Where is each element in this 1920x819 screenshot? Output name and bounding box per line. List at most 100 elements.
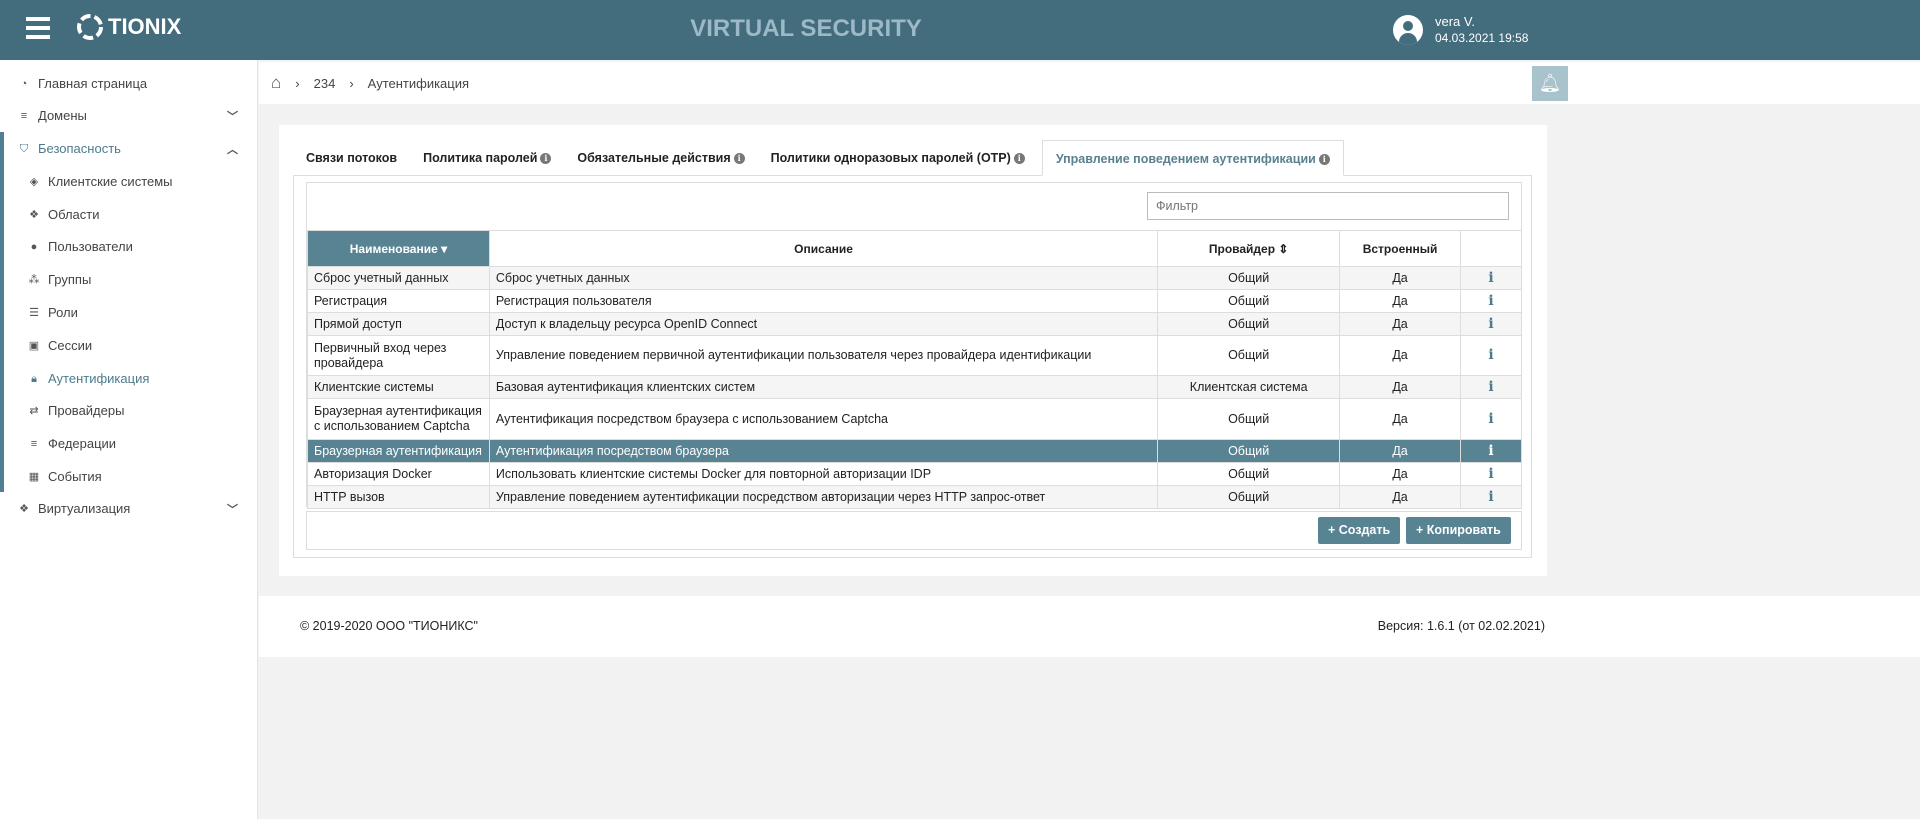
row-description: Аутентификация посредством браузера с ис…	[488, 398, 1159, 440]
sidebar-item-label: Безопасность	[38, 141, 121, 156]
notifications-bell-icon[interactable]: 🔔︎	[1532, 66, 1568, 101]
row-builtin: Да	[1339, 439, 1462, 463]
sidebar-item-roles[interactable]: ☰ Роли	[28, 305, 258, 320]
home-icon[interactable]: ⌂	[271, 73, 281, 93]
row-name: HTTP вызов	[307, 485, 490, 509]
sort-desc-icon: ▾	[441, 241, 448, 256]
info-icon[interactable]: i	[1460, 289, 1522, 313]
sidebar: ◔ Главная страница ≡ Домены ﹀ ⛉ Безопасность…	[0, 60, 258, 819]
row-description: Сброс учетных данных	[488, 266, 1159, 290]
tab-required-actions[interactable]: Обязательные действия i	[564, 140, 757, 176]
row-provider: Общий	[1157, 266, 1341, 290]
info-icon[interactable]: i	[1460, 439, 1522, 463]
copy-button[interactable]: + Копировать	[1406, 517, 1511, 544]
table-row[interactable]: Браузерная аутентификация Аутентификация …	[307, 439, 1522, 463]
sidebar-item-label: Аутентификация	[48, 371, 150, 386]
exchange-icon: ⇄	[29, 404, 39, 417]
info-icon[interactable]: i	[1460, 398, 1522, 440]
tab-flow-bindings[interactable]: Связи потоков	[293, 140, 410, 176]
sidebar-item-security[interactable]: ⛉ Безопасность ︿	[18, 141, 248, 156]
sidebar-item-realms[interactable]: ❖ Области	[28, 207, 258, 222]
column-header-name[interactable]: Наименование ▾	[307, 230, 490, 267]
column-header-provider[interactable]: Провайдер ⇕	[1157, 230, 1341, 267]
row-builtin: Да	[1339, 312, 1462, 336]
table-row[interactable]: Сброс учетный данных Сброс учетных данных…	[307, 266, 1522, 290]
row-name: Браузерная аутентификация с использовани…	[307, 398, 490, 440]
table-row[interactable]: Регистрация Регистрация пользователя Общий…	[307, 289, 1522, 313]
database-icon: ≡	[20, 109, 28, 122]
row-builtin: Да	[1339, 335, 1462, 376]
sidebar-item-label: Виртуализация	[38, 501, 131, 516]
sidebar-item-federations[interactable]: ≡ Федерации	[28, 436, 258, 451]
create-button[interactable]: + Создать	[1318, 517, 1401, 544]
info-icon[interactable]: i	[1460, 266, 1522, 290]
sidebar-item-label: Главная страница	[38, 76, 148, 91]
sidebar-item-home[interactable]: ◔ Главная страница	[18, 76, 248, 91]
tab-authentication-flows[interactable]: Управление поведением аутентификации i	[1041, 140, 1344, 176]
chevron-right-icon: ›	[349, 75, 354, 91]
row-description: Регистрация пользователя	[488, 289, 1159, 313]
row-provider: Общий	[1157, 289, 1341, 313]
info-icon: i	[1318, 154, 1330, 165]
row-provider: Общий	[1157, 462, 1341, 486]
table-row[interactable]: Браузерная аутентификация с использовани…	[307, 398, 1522, 440]
sidebar-item-providers[interactable]: ⇄ Провайдеры	[28, 403, 258, 418]
filter-input[interactable]	[1147, 192, 1509, 220]
sidebar-item-label: Домены	[38, 108, 87, 123]
current-datetime: 04.03.2021 19:58	[1435, 31, 1529, 45]
sidebar-item-users[interactable]: ● Пользователи	[28, 239, 258, 254]
avatar-icon	[1393, 14, 1423, 45]
app-title: VIRTUAL SECURITY	[690, 15, 922, 42]
info-icon[interactable]: i	[1460, 462, 1522, 486]
sidebar-item-groups[interactable]: ⁂ Группы	[28, 272, 258, 287]
id-card-icon: ▣	[28, 339, 40, 352]
table-row[interactable]: HTTP вызов Управление поведением аутентиф…	[307, 485, 1522, 509]
sidebar-item-sessions[interactable]: ▣ Сессии	[28, 338, 258, 353]
info-icon[interactable]: i	[1460, 485, 1522, 509]
row-builtin: Да	[1339, 375, 1462, 399]
table-row[interactable]: Первичный вход через провайдера Управлени…	[307, 335, 1522, 376]
row-description: Управление поведением первичной аутентиф…	[488, 335, 1159, 376]
user-menu[interactable]: vera V. 04.03.2021 19:58	[1393, 14, 1528, 45]
cubes-icon: ❖	[19, 502, 29, 515]
info-icon: i	[1013, 153, 1025, 164]
column-header-description: Описание	[488, 230, 1159, 267]
list-icon: ☰	[29, 306, 39, 319]
row-builtin: Да	[1339, 289, 1462, 313]
sidebar-item-authentication[interactable]: 🔒︎ Аутентификация	[28, 371, 258, 386]
top-header: TIONIX VIRTUAL SECURITY vera V. 04.03.20…	[0, 0, 1920, 60]
version: Версия: 1.6.1 (от 02.02.2021)	[1377, 619, 1545, 633]
row-description: Аутентификация посредством браузера	[488, 439, 1159, 463]
table-row[interactable]: Прямой доступ Доступ к владельцу ресурса …	[307, 312, 1522, 336]
sidebar-item-label: Клиентские системы	[48, 174, 173, 189]
shield-icon: ⛉	[19, 142, 29, 155]
chevron-down-icon: ﹀	[227, 110, 238, 123]
row-builtin: Да	[1339, 266, 1462, 290]
database-icon: ≡	[30, 437, 38, 450]
row-provider: Общий	[1157, 439, 1341, 463]
sidebar-item-domains[interactable]: ≡ Домены ﹀	[18, 108, 248, 123]
breadcrumb-item[interactable]: 234	[314, 76, 336, 91]
row-provider: Общий	[1157, 312, 1341, 336]
sidebar-item-label: Федерации	[48, 436, 117, 451]
row-name: Первичный вход через провайдера	[307, 335, 490, 376]
cube-icon: ◈	[29, 175, 39, 188]
flows-table: Наименование ▾ Описание Провайдер ⇕ Встр…	[307, 230, 1522, 509]
info-icon[interactable]: i	[1460, 312, 1522, 336]
sidebar-item-label: Пользователи	[48, 239, 133, 254]
tab-otp-policies[interactable]: Политики одноразовых паролей (OTP) i	[758, 140, 1038, 176]
info-icon[interactable]: i	[1460, 335, 1522, 376]
user-icon: ●	[30, 240, 38, 253]
copyright: © 2019-2020 ООО "ТИОНИКС"	[300, 619, 478, 633]
info-icon[interactable]: i	[1460, 375, 1522, 399]
sidebar-item-client-systems[interactable]: ◈ Клиентские системы	[28, 174, 258, 189]
sidebar-item-events[interactable]: ▦ События	[28, 469, 258, 484]
sidebar-item-virtualization[interactable]: ❖ Виртуализация ﹀	[18, 501, 248, 516]
row-builtin: Да	[1339, 398, 1462, 440]
footer: © 2019-2020 ООО "ТИОНИКС" Версия: 1.6.1 …	[259, 596, 1920, 657]
column-header-builtin: Встроенный	[1339, 230, 1462, 267]
tab-password-policy[interactable]: Политика паролей i	[410, 140, 564, 176]
table-row[interactable]: Авторизация Docker Использовать клиентски…	[307, 462, 1522, 486]
table-row[interactable]: Клиентские системы Базовая аутентификация…	[307, 375, 1522, 399]
row-description: Управление поведением аутентификации пос…	[488, 485, 1159, 509]
